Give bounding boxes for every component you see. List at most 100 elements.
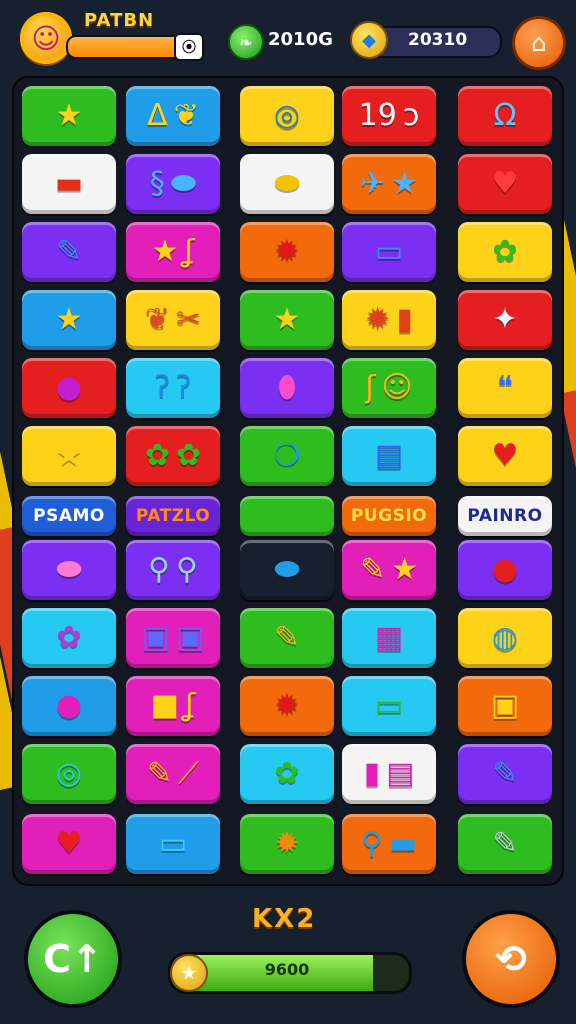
tile-item-icon: ❝ [496,370,514,405]
board-tile[interactable]: ⚲ ⚲ [126,540,220,600]
board-tile[interactable]: ✿ [458,222,552,282]
board-tile[interactable]: ▦ [342,608,436,668]
settings-button[interactable]: ⟲ [462,910,560,1008]
tile-item-icon: ʔ [154,370,170,405]
category-tile-label: PATZLO [135,506,211,526]
board-tile[interactable]: ▤ [342,426,436,486]
xp-bar-fill [68,37,176,57]
board-tile[interactable]: ♥ [458,426,552,486]
board-tile[interactable]: ⬬ [240,540,334,600]
board-tile[interactable]: ✦ [458,290,552,350]
refresh-button[interactable]: C↑ [24,910,122,1008]
board-tile[interactable]: ✎ [458,814,552,874]
board-tile[interactable]: ■ ʆ [126,676,220,736]
board-tile[interactable]: 19 ↄ [342,86,436,146]
tile-item-icon: ✿ [176,438,202,473]
board-tile[interactable]: ★ ʆ [126,222,220,282]
board-tile[interactable]: ▮ ▤ [342,744,436,804]
tile-item-icon: ʆ [184,234,195,269]
leaf-coin-icon: ❧ [228,24,264,60]
board-tile[interactable]: ✿ [240,744,334,804]
board-tile[interactable]: ✎ [458,744,552,804]
tile-item-icon: ✹ [365,302,391,337]
board-tile[interactable]: ▭ [342,222,436,282]
board-tile[interactable]: ♥ [458,154,552,214]
shop-button[interactable]: ⌂ [512,16,566,70]
player-name: PATBN [84,10,155,31]
tile-item-icon: ▦ [374,620,404,655]
board-tile[interactable]: § ⬬ [126,154,220,214]
shop-icon: ⌂ [531,29,547,57]
tile-item-icon: ▮ [396,302,413,337]
tile-item-icon: ▭ [374,688,404,723]
board-tile[interactable]: ✹ ▮ [342,290,436,350]
board-tile[interactable]: ʃ ☺ [342,358,436,418]
board-tile[interactable]: ✎ [22,222,116,282]
category-tile[interactable]: PUGSIO [342,496,436,536]
board-tile[interactable]: ✿ [22,608,116,668]
tile-item-icon: ⬬ [56,552,82,587]
board-tile[interactable]: ★ [22,290,116,350]
board-tile[interactable]: ✿ ✿ [126,426,220,486]
board-tile[interactable]: ✹ [240,676,334,736]
shield-gem-icon: ◆ [350,21,388,59]
tile-item-icon: ★ [273,302,301,337]
tile-item-icon: ⟋ [178,756,200,791]
board-tile[interactable]: ● [458,540,552,600]
board-tile[interactable]: ▭ [126,814,220,874]
board-tile[interactable]: ⬬ [240,154,334,214]
board-tile[interactable]: ● [22,676,116,736]
board-tile[interactable]: ʔʔ [126,358,220,418]
tile-item-icon: ◍ [491,620,519,655]
board-tile[interactable]: Ω [458,86,552,146]
tile-item-icon: ⚲ [148,552,170,587]
board-tile[interactable]: ★ [240,290,334,350]
tile-item-icon: ● [55,688,83,723]
tile-item-icon: ● [55,370,83,405]
board-tile[interactable]: ▭ [342,676,436,736]
board-tile[interactable]: ▣ ▣ [126,608,220,668]
tile-item-icon: Ω [493,98,517,133]
board-tile[interactable]: ❍ [240,426,334,486]
category-tile[interactable] [240,496,334,536]
board-tile[interactable]: ◎ [22,744,116,804]
board-tile[interactable]: ◎ [240,86,334,146]
board-tile[interactable]: ● [22,358,116,418]
player-avatar[interactable]: ☺ [20,12,72,64]
board-tile[interactable]: ★ [22,86,116,146]
board-tile[interactable]: ▣ [458,676,552,736]
game-board: ★ ᐃ ❦ ◎ 19 ↄ Ω ▬ § ⬬ ⬬ ✈ ★ ♥ ✎ ★ ʆ ✹ ▭ ✿ ★ ❦ ✂ ★ ✹ ▮ ✦ ● ʔ ʔ ⬮ ʃ ☺ ❝ ★ ✿ ✿ ❍ ▤… [14,78,562,884]
board-tile[interactable]: ✎ ★ [342,540,436,600]
category-tile[interactable]: PAINRO [458,496,552,536]
tile-item-icon: ★ [55,98,83,133]
board-tile[interactable]: ❦ ✂ [126,290,220,350]
tile-item-icon: ʃ [365,370,376,405]
board-tile[interactable]: ✎ ⟋ [126,744,220,804]
tile-item-icon: ✂ [176,302,202,337]
tile-item-icon: ⚲ [360,826,383,861]
board-tile[interactable]: ✹ [240,814,334,874]
tile-item-icon: ⚲ [176,552,198,587]
level-progress-value: 9600 [264,960,310,979]
tile-item-icon: ✹ [274,688,300,723]
board-tile[interactable]: ✈ ★ [342,154,436,214]
board-tile[interactable]: ❝ [458,358,552,418]
board-tile[interactable]: ⬮ [240,358,334,418]
board-tile[interactable]: ◍ [458,608,552,668]
board-tile[interactable]: ✎ [240,608,334,668]
category-tile[interactable]: PATZLO [126,496,220,536]
tile-item-icon: ◎ [55,756,83,791]
board-tile[interactable]: ᐃ ❦ [126,86,220,146]
tile-item-icon: ● [491,552,519,587]
board-tile[interactable]: ⚲ ▬ [342,814,436,874]
category-tile-label: PAINRO [467,506,543,526]
board-tile[interactable]: ▬ [22,154,116,214]
tile-item-icon: ▣ [490,688,520,723]
xp-info-button[interactable]: ⦿ [174,33,204,61]
board-tile[interactable]: ⬬ [22,540,116,600]
board-tile[interactable]: ✹ [240,222,334,282]
category-tile-label: PUGSIO [350,506,428,526]
category-tile[interactable]: PSAMO [22,496,116,536]
board-tile[interactable]: ★ [22,426,116,486]
board-tile[interactable]: ♥ [22,814,116,874]
